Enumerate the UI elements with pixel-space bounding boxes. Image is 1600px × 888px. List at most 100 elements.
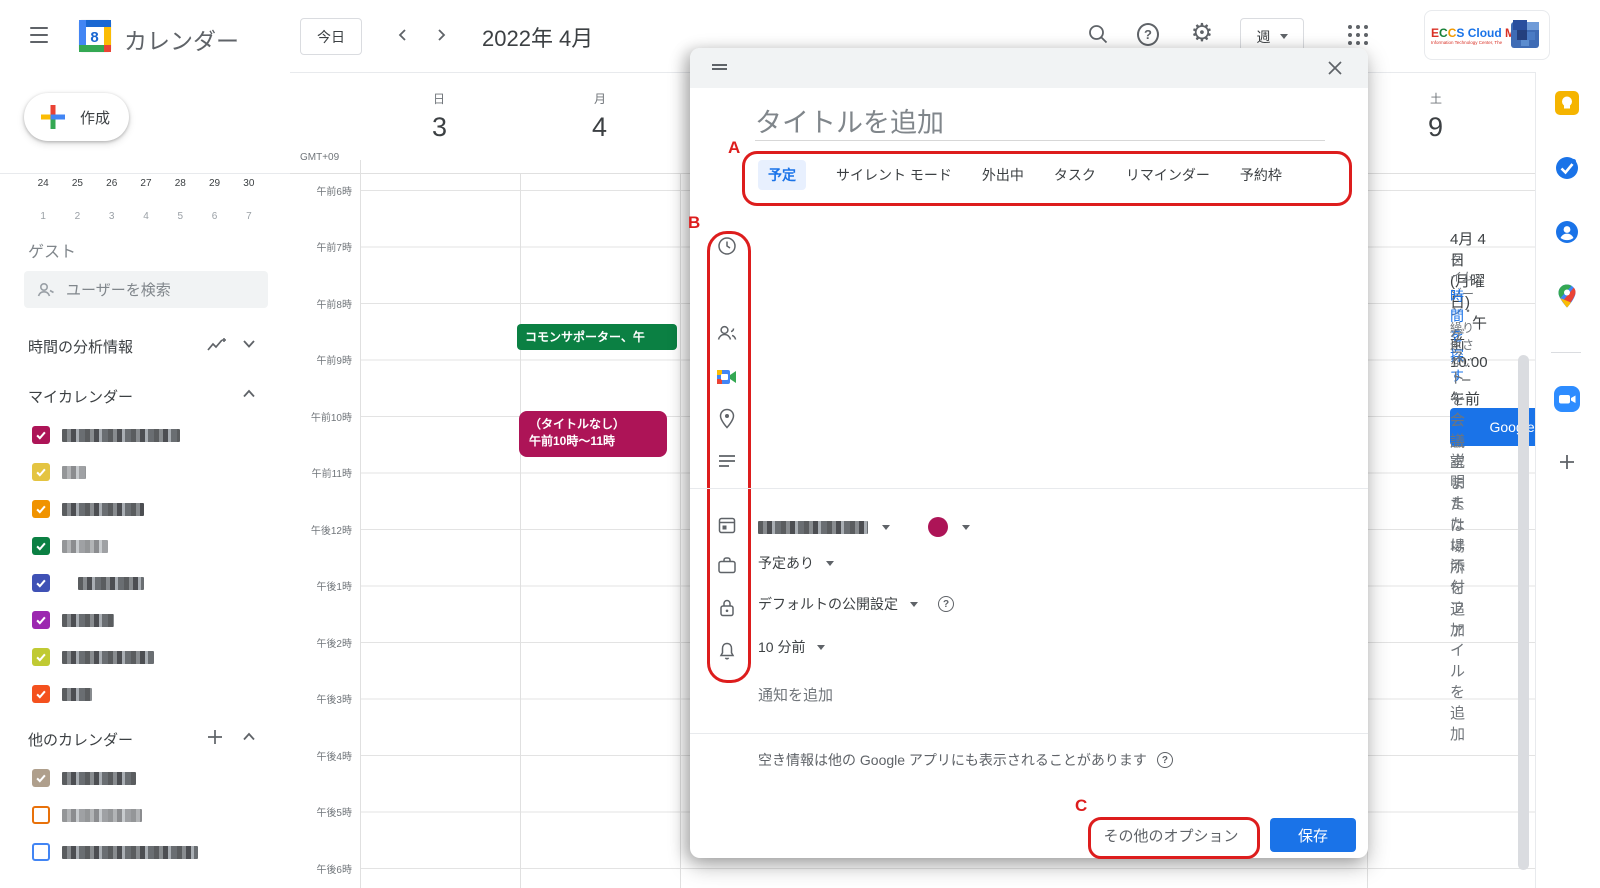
calendar-checkbox[interactable] [32, 685, 50, 703]
guests-icon [716, 322, 738, 344]
tasks-icon[interactable] [1552, 153, 1582, 183]
prev-week-icon[interactable] [390, 22, 416, 48]
calendar-checkbox[interactable] [32, 648, 50, 666]
event-color-dot[interactable] [928, 517, 948, 537]
avatar[interactable] [1509, 18, 1543, 52]
mini-day[interactable]: 1 [26, 211, 60, 222]
my-calendar-row[interactable] [32, 648, 154, 666]
day-of-week[interactable]: 日 [433, 90, 445, 107]
chevron-down-icon[interactable] [962, 525, 970, 530]
more-options-button[interactable]: その他のオプション [1090, 817, 1252, 853]
my-calendar-row[interactable] [32, 574, 144, 592]
side-panel [1535, 72, 1600, 888]
chevron-down-icon[interactable] [882, 525, 890, 530]
view-selector-label: 週 [1257, 27, 1271, 47]
calendar-checkbox[interactable] [32, 806, 50, 824]
tab-reminder[interactable]: リマインダー [1126, 165, 1210, 185]
save-button[interactable]: 保存 [1270, 818, 1356, 852]
tab-appointment[interactable]: 予約枠 [1240, 165, 1282, 185]
calendar-checkbox[interactable] [32, 574, 50, 592]
my-calendar-row[interactable] [32, 463, 86, 481]
mini-day[interactable]: 25 [60, 178, 94, 189]
chevron-down-icon[interactable] [242, 339, 256, 349]
close-icon[interactable] [1322, 55, 1348, 81]
my-calendar-row[interactable] [32, 426, 180, 444]
calendar-checkbox[interactable] [32, 426, 50, 444]
busy-row[interactable]: 予定あり [758, 553, 834, 573]
contacts-icon[interactable] [1552, 217, 1582, 247]
main-menu-icon[interactable] [26, 22, 52, 48]
create-button[interactable]: 作成 [24, 93, 129, 141]
add-notification-link[interactable]: 通知を追加 [758, 684, 833, 705]
mini-day[interactable]: 28 [163, 178, 197, 189]
visibility-row[interactable]: デフォルトの公開設定 ? [758, 594, 954, 614]
add-description-field[interactable]: 説明または添付ファイルを追加 [1450, 450, 1465, 744]
maps-icon[interactable] [1552, 281, 1582, 311]
my-calendar-row[interactable] [32, 611, 114, 629]
mini-day[interactable]: 24 [26, 178, 60, 189]
mini-day[interactable]: 3 [95, 211, 129, 222]
event-no-title[interactable]: （タイトルなし） 午前10時〜11時 [519, 411, 667, 457]
zoom-icon[interactable] [1552, 384, 1582, 414]
tab-out-of-office[interactable]: 外出中 [982, 165, 1024, 185]
visibility-label: デフォルトの公開設定 [758, 594, 898, 614]
settings-gear-icon[interactable]: ⚙ [1189, 18, 1215, 48]
title-input[interactable]: タイトルを追加 [755, 101, 944, 140]
mini-day[interactable]: 26 [95, 178, 129, 189]
search-icon[interactable] [1085, 21, 1111, 47]
tab-event[interactable]: 予定 [758, 160, 806, 190]
calendar-checkbox[interactable] [32, 463, 50, 481]
my-calendar-row[interactable] [32, 537, 108, 555]
account-subtitle: Information Technology Center, The Unive… [1431, 40, 1503, 45]
google-apps-icon[interactable] [1347, 24, 1371, 48]
date-range[interactable]: 2022年 4月 [482, 21, 593, 53]
calendar-logo-icon[interactable]: 8 [76, 17, 114, 55]
add-calendar-icon[interactable] [206, 728, 224, 746]
day-number[interactable]: 9 [1428, 112, 1443, 143]
hour-label: 午後3時 [316, 691, 352, 706]
my-calendar-row[interactable] [32, 685, 92, 703]
mini-day[interactable]: 27 [129, 178, 163, 189]
calendar-select-row[interactable] [758, 516, 970, 538]
calendar-checkbox[interactable] [32, 500, 50, 518]
insights-row[interactable]: 時間の分析情報 [28, 334, 268, 358]
chevron-up-icon[interactable] [242, 732, 256, 742]
day-number[interactable]: 3 [432, 112, 447, 143]
drag-handle-icon[interactable] [712, 62, 727, 72]
calendar-checkbox[interactable] [32, 611, 50, 629]
calendar-checkbox[interactable] [32, 769, 50, 787]
help-icon[interactable]: ? [938, 596, 954, 612]
mini-day[interactable]: 6 [197, 211, 231, 222]
tab-task[interactable]: タスク [1054, 165, 1096, 185]
my-calendar-row[interactable] [32, 500, 144, 518]
help-icon[interactable]: ? [1157, 752, 1173, 768]
get-addons-icon[interactable] [1552, 447, 1582, 477]
mini-day[interactable]: 30 [232, 178, 266, 189]
account-card[interactable]: ECCS Cloud Mail Information Technology C… [1424, 10, 1550, 60]
mini-day[interactable]: 29 [197, 178, 231, 189]
today-button[interactable]: 今日 [300, 18, 362, 55]
day-number[interactable]: 4 [592, 112, 607, 143]
day-of-week[interactable]: 土 [1430, 90, 1442, 107]
mini-day[interactable]: 4 [129, 211, 163, 222]
calendar-checkbox[interactable] [32, 843, 50, 861]
tab-focus-time[interactable]: サイレント モード [836, 165, 952, 185]
dialog-header[interactable] [690, 48, 1368, 88]
other-calendar-row[interactable] [32, 806, 142, 824]
event-common-supporter[interactable]: コモンサポーター、午 [517, 324, 677, 350]
my-calendars-header[interactable]: マイカレンダー [28, 384, 268, 408]
help-icon[interactable]: ? [1137, 23, 1159, 45]
search-users-input[interactable]: ユーザーを検索 [24, 271, 268, 308]
keep-icon[interactable] [1552, 88, 1582, 118]
next-week-icon[interactable] [428, 22, 454, 48]
mini-day[interactable]: 7 [232, 211, 266, 222]
reminder-row[interactable]: 10 分前 [758, 637, 825, 657]
other-calendar-row[interactable] [32, 843, 198, 861]
chevron-up-icon[interactable] [242, 389, 256, 399]
scrollbar[interactable] [1518, 355, 1529, 870]
other-calendar-row[interactable] [32, 769, 136, 787]
mini-day[interactable]: 2 [60, 211, 94, 222]
day-of-week[interactable]: 月 [594, 90, 606, 107]
mini-day[interactable]: 5 [163, 211, 197, 222]
calendar-checkbox[interactable] [32, 537, 50, 555]
